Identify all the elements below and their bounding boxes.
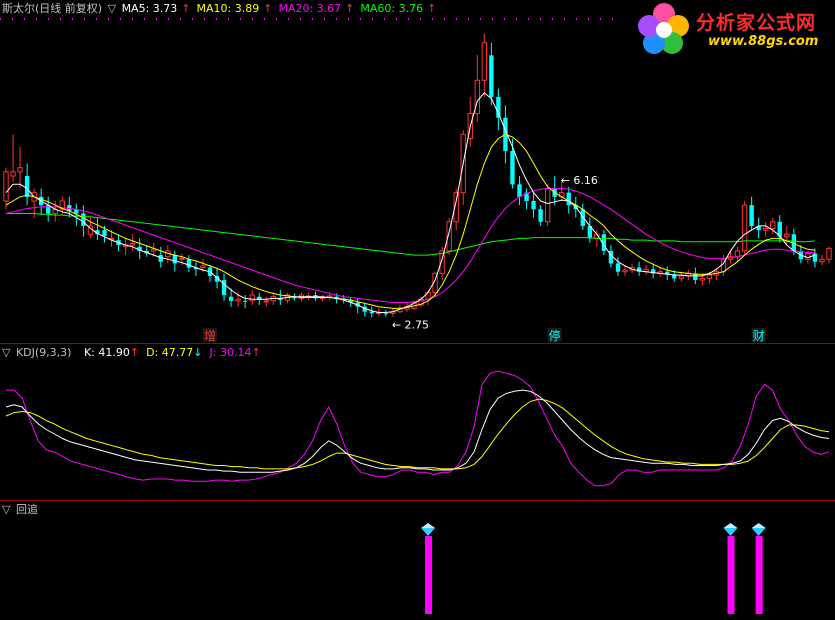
- signal-bar: [723, 523, 738, 614]
- ma-trend-arrow: ↑: [345, 2, 355, 15]
- chart-canvas: ← 6.16← 2.75增停财涨跌榜: [0, 18, 832, 614]
- kdj-trend-arrow: ↓: [193, 346, 203, 359]
- flower-logo-icon: [638, 3, 689, 54]
- ma-trend-arrow: ↑: [427, 2, 437, 15]
- chart-stage: ← 6.16← 2.75增停财涨跌榜 斯太尔(日线 前复权) ▽ MA5: 3.…: [0, 0, 835, 616]
- candle: [826, 246, 832, 264]
- candle: [517, 176, 522, 206]
- ma-legend-item: MA10: 3.89: [196, 2, 260, 15]
- candle: [3, 167, 9, 210]
- kdj-legend-item: D: 47.77: [146, 346, 194, 359]
- candle: [812, 248, 818, 268]
- candle: [263, 296, 269, 307]
- candle: [643, 265, 649, 276]
- candle: [129, 234, 136, 251]
- diamond-icon: [421, 528, 436, 536]
- signal-panel-header: ▽ 回追: [2, 503, 42, 516]
- ma-legend: MA5: 3.73 ↑ MA10: 3.89 ↑ MA20: 3.67 ↑ MA60: 3.…: [122, 2, 443, 15]
- logo-name: 分析家公式网: [696, 12, 817, 34]
- signal-bar: [421, 523, 436, 614]
- candle: [17, 146, 23, 189]
- event-marker[interactable]: 财: [751, 328, 766, 343]
- kdj-trend-arrow: ↑: [251, 346, 261, 359]
- event-label: 增: [204, 329, 216, 343]
- candle: [278, 290, 283, 306]
- panel-divider-2: [0, 500, 835, 501]
- ma60-line: [6, 213, 815, 256]
- diamond-icon: [751, 528, 766, 536]
- stock-title: 斯太尔(日线 前复权): [2, 2, 103, 15]
- signal-title: 回追: [15, 503, 38, 516]
- candle: [741, 200, 748, 256]
- candle: [587, 217, 593, 243]
- candle: [242, 295, 248, 309]
- ma-trend-arrow: ↑: [263, 2, 273, 15]
- candle: [383, 310, 389, 317]
- candle: [481, 33, 488, 97]
- candle: [186, 255, 192, 272]
- high-price-label: ← 6.16: [561, 174, 598, 187]
- candle: [95, 217, 100, 241]
- candle: [362, 303, 367, 317]
- candle: [819, 255, 825, 266]
- kdj-lines: [5, 370, 830, 487]
- candle: [531, 192, 536, 218]
- kdj-title: KDJ(9,3,3): [15, 346, 72, 359]
- panel-divider-1: [0, 343, 835, 344]
- candle: [249, 290, 255, 306]
- ma-legend-item: MA20: 3.67: [278, 2, 342, 15]
- candle: [784, 225, 790, 246]
- candle: [193, 261, 199, 276]
- candle: [24, 163, 30, 206]
- kdj-legend-item: J: 30.14: [209, 346, 252, 359]
- kdj-legend-item: K: 41.90: [83, 346, 130, 359]
- ma-legend-item: MA60: 3.76: [360, 2, 424, 15]
- logo-url: www.88gs.com: [708, 34, 819, 49]
- candle: [122, 238, 129, 256]
- diamond-icon: [723, 528, 738, 536]
- candle: [10, 134, 16, 182]
- candle: [474, 55, 480, 122]
- kdj-trend-arrow: ↑: [129, 346, 140, 359]
- candle: [636, 261, 642, 276]
- candle: [650, 263, 656, 279]
- main-panel-header: 斯太尔(日线 前复权) ▽ MA5: 3.73 ↑ MA10: 3.89 ↑ MA20:…: [2, 2, 446, 15]
- signal-bars: [421, 523, 766, 614]
- candle: [489, 42, 494, 106]
- candle: [460, 130, 466, 206]
- candle: [46, 196, 51, 222]
- candle: [524, 188, 529, 210]
- kdj-panel-header: ▽ KDJ(9,3,3) K: 41.90↑ D: 47.77↓ J: 30.14↑: [2, 346, 267, 359]
- candlesticks: [3, 33, 832, 318]
- event-label: 财: [753, 329, 765, 343]
- candle: [665, 266, 670, 281]
- candle: [369, 306, 374, 318]
- low-price-label: ← 2.75: [392, 319, 429, 332]
- candle: [221, 273, 227, 301]
- signal-bar: [751, 523, 766, 614]
- candle: [756, 217, 761, 239]
- event-label: 停: [549, 328, 561, 343]
- candle: [390, 308, 396, 317]
- candle: [137, 238, 142, 260]
- collapse-kdj-icon[interactable]: ▽: [2, 346, 10, 359]
- candle: [685, 270, 691, 281]
- ma-legend-item: MA5: 3.73: [121, 2, 178, 15]
- event-marker[interactable]: 停: [547, 328, 562, 343]
- candle: [544, 184, 551, 226]
- candle: [552, 176, 557, 206]
- site-logo: 分析家公式网 www.88gs.com: [634, 0, 835, 58]
- kdj-k-line: [5, 389, 830, 473]
- candle: [763, 221, 769, 237]
- candle: [657, 267, 663, 277]
- candle: [734, 246, 741, 262]
- ma-trend-arrow: ↑: [181, 2, 191, 15]
- candle: [538, 205, 543, 226]
- kdj-legend: K: 41.90↑ D: 47.77↓ J: 30.14↑: [79, 346, 263, 359]
- event-marker[interactable]: 增: [202, 328, 217, 343]
- candle: [319, 295, 326, 302]
- collapse-main-icon[interactable]: ▽: [108, 2, 116, 15]
- collapse-signal-icon[interactable]: ▽: [2, 503, 10, 516]
- candle: [749, 196, 754, 231]
